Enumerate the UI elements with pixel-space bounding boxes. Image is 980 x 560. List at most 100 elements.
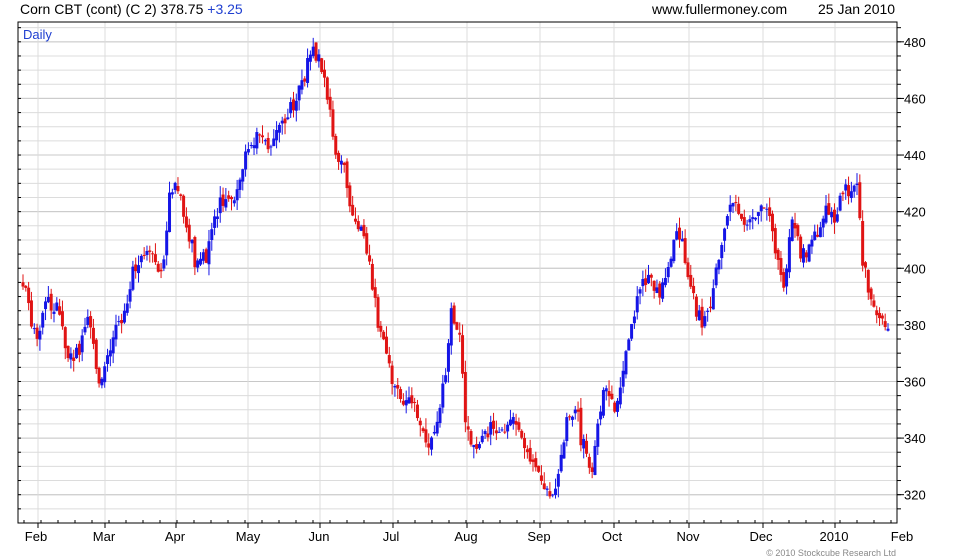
ohlc-body — [503, 431, 507, 433]
ohlc-body — [613, 402, 617, 412]
ohlc-body — [91, 327, 95, 344]
ohlc-body — [131, 266, 135, 290]
ohlc-body — [458, 332, 462, 335]
ohlc-body — [759, 205, 763, 212]
ohlc-body — [342, 162, 346, 166]
ohlc-body — [142, 254, 146, 256]
ohlc-body — [255, 132, 259, 149]
ohlc-body — [680, 238, 684, 242]
ohlc-body — [827, 203, 831, 215]
ohlc-body — [816, 234, 820, 237]
ohlc-body — [317, 54, 321, 62]
ohlc-body — [669, 258, 673, 267]
ohlc-body — [500, 429, 504, 431]
ohlc-body — [438, 407, 442, 424]
ohlc-body — [751, 217, 755, 219]
ohlc-body — [799, 236, 803, 259]
ohlc-body — [244, 151, 248, 170]
ohlc-body — [193, 237, 197, 268]
ohlc-body — [379, 325, 383, 332]
ohlc-body — [77, 343, 81, 355]
x-tick-label: Apr — [165, 529, 186, 544]
ohlc-body — [748, 219, 752, 223]
ohlc-body — [770, 213, 774, 232]
ohlc-body — [72, 357, 76, 361]
ohlc-body — [173, 182, 177, 191]
ohlc-body — [568, 416, 572, 418]
ohlc-body — [297, 85, 301, 101]
ohlc-body — [387, 355, 391, 364]
ohlc-body — [610, 393, 614, 399]
ohlc-body — [875, 310, 879, 316]
ohlc-body — [821, 218, 825, 228]
ohlc-body — [356, 221, 360, 230]
ohlc-body — [472, 444, 476, 448]
ohlc-body — [399, 389, 403, 400]
ohlc-body — [477, 444, 481, 449]
ohlc-body — [790, 219, 794, 242]
ohlc-body — [322, 69, 326, 78]
ohlc-body — [708, 306, 712, 309]
ohlc-body — [407, 397, 411, 404]
x-tick-label: May — [236, 529, 261, 544]
ohlc-body — [506, 424, 510, 432]
ohlc-body — [190, 239, 194, 244]
ohlc-body — [86, 316, 90, 326]
ohlc-body — [776, 249, 780, 260]
ohlc-body — [463, 371, 467, 423]
ohlc-body — [548, 491, 552, 497]
ohlc-body — [711, 288, 715, 310]
ohlc-body — [187, 224, 191, 242]
ohlc-body — [683, 238, 687, 263]
ohlc-body — [139, 255, 143, 263]
y-tick-label: 400 — [904, 261, 926, 276]
ohlc-body — [590, 467, 594, 472]
ohlc-body — [314, 42, 318, 61]
ohlc-body — [100, 378, 104, 386]
ohlc-body — [435, 421, 439, 434]
ohlc-body — [475, 444, 479, 449]
ohlc-body — [858, 182, 862, 219]
ohlc-body — [545, 488, 549, 490]
ohlc-body — [311, 46, 315, 57]
ohlc-body — [861, 220, 865, 266]
ohlc-body — [582, 439, 586, 449]
ohlc-body — [523, 438, 527, 449]
ohlc-body — [241, 169, 245, 182]
ohlc-body — [269, 146, 273, 148]
ohlc-body — [27, 287, 31, 304]
ohlc-body — [672, 239, 676, 262]
ohlc-body — [652, 280, 656, 291]
ohlc-body — [368, 255, 372, 262]
ohlc-body — [655, 287, 659, 294]
ohlc-body — [432, 431, 436, 434]
ohlc-body — [723, 228, 727, 241]
ohlc-body — [120, 320, 124, 324]
ohlc-body — [224, 199, 228, 208]
ohlc-body — [489, 422, 493, 435]
ohlc-body — [106, 355, 110, 364]
ohlc-body — [300, 80, 304, 90]
x-tick-label: Sep — [527, 529, 550, 544]
price-chart: 320 340 360 380 400 420 440 460 480 Feb Mar Apr May J… — [17, 21, 926, 544]
ohlc-body — [373, 287, 377, 298]
ohlc-body — [32, 328, 36, 330]
ohlc-body — [275, 130, 279, 141]
ohlc-body — [635, 296, 639, 313]
ohlc-body — [179, 194, 183, 196]
ohlc-body — [762, 207, 766, 209]
y-tick-label: 460 — [904, 91, 926, 106]
ohlc-body — [765, 208, 769, 210]
ohlc-body — [863, 262, 867, 268]
ohlc-body — [745, 224, 749, 226]
grid-lines — [18, 22, 897, 523]
ohlc-body — [291, 99, 295, 111]
ohlc-body — [616, 400, 620, 412]
ohlc-body — [542, 483, 546, 490]
ohlc-body — [337, 152, 341, 162]
ohlc-body — [554, 488, 558, 496]
ohlc-body — [29, 300, 33, 327]
ohlc-body — [706, 310, 710, 312]
ohlc-body — [818, 227, 822, 238]
ohlc-body — [731, 203, 735, 207]
